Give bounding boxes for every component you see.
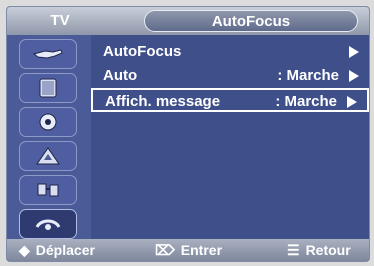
- chevron-right-icon: [349, 70, 359, 82]
- return-hint: ☰ Retour: [287, 239, 351, 261]
- move-icon: ◆: [19, 242, 30, 258]
- chevron-right-icon: [347, 96, 357, 108]
- menu-item-label: Auto: [103, 67, 138, 84]
- menu-footer: ◆ Déplacer ⌦ Entrer ☰ Retour: [7, 239, 369, 261]
- enter-label: Entrer: [180, 242, 223, 258]
- menu-item-label: AutoFocus: [103, 43, 182, 60]
- menu-item-affich-message[interactable]: Affich. message : Marche: [91, 88, 369, 112]
- menu-item-value: : Marche: [275, 93, 337, 110]
- sound-icon[interactable]: [19, 73, 77, 103]
- menu-header: TV AutoFocus: [7, 7, 369, 35]
- input-icon[interactable]: [19, 175, 77, 205]
- tv-label: TV: [50, 12, 70, 29]
- menu-item-label: Affich. message: [105, 93, 221, 110]
- enter-hint: ⌦ Entrer: [155, 239, 222, 261]
- setup-icon[interactable]: [19, 141, 77, 171]
- menu-item-auto[interactable]: Auto : Marche: [91, 64, 369, 88]
- menu-item-autofocus[interactable]: AutoFocus: [91, 40, 369, 64]
- function-icon[interactable]: [19, 209, 77, 239]
- enter-icon: ⌦: [155, 242, 175, 258]
- move-hint: ◆ Déplacer: [19, 239, 95, 261]
- chevron-right-icon: [349, 46, 359, 58]
- return-icon: ☰: [287, 242, 300, 258]
- menu-item-value: : Marche: [277, 67, 339, 84]
- osd-menu-frame: TV AutoFocus AutoFocus Auto: Marche Aff…: [6, 6, 370, 262]
- channel-icon[interactable]: [19, 107, 77, 137]
- tv-screen: TV AutoFocus AutoFocus Auto: Marche Aff…: [0, 0, 374, 266]
- sidebar: [7, 35, 91, 239]
- move-label: Déplacer: [35, 242, 95, 258]
- menu-content: AutoFocus Auto : Marche Affich. message …: [91, 35, 369, 239]
- return-label: Retour: [305, 242, 351, 258]
- picture-icon[interactable]: [19, 39, 77, 69]
- menu-title: AutoFocus: [144, 10, 358, 32]
